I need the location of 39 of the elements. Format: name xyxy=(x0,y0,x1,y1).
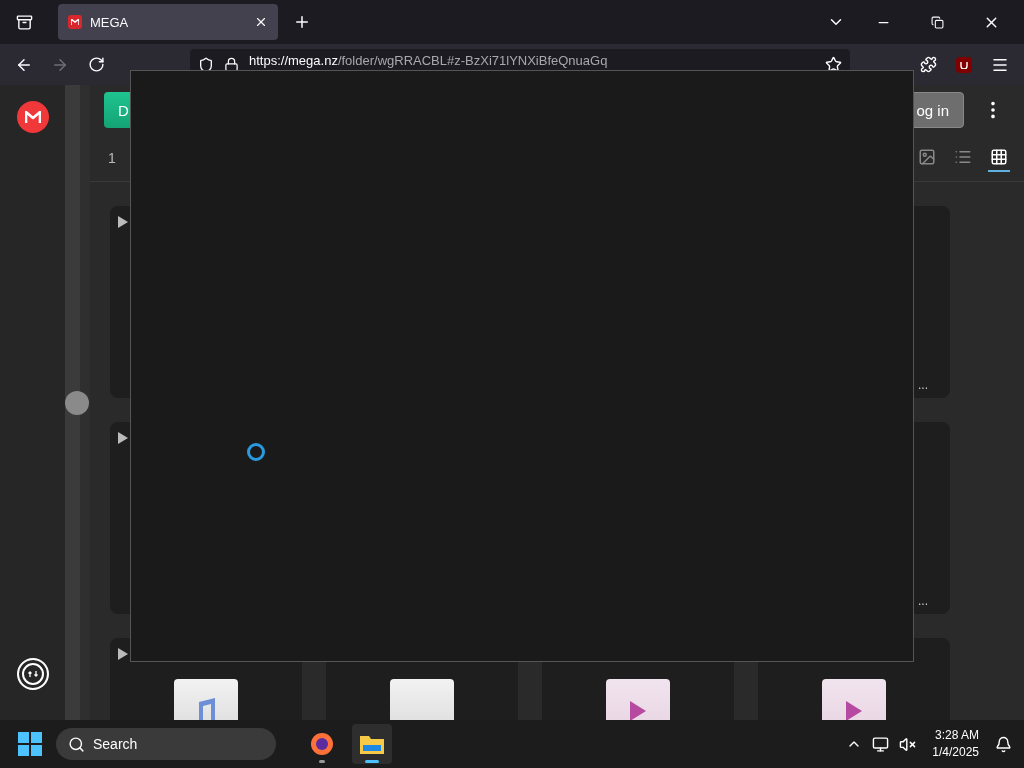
extensions-icon[interactable] xyxy=(919,56,937,73)
volume-muted-icon[interactable] xyxy=(899,735,917,753)
search-placeholder: Search xyxy=(93,736,138,752)
sidebar-toggle-handle[interactable] xyxy=(65,391,89,415)
clock[interactable]: 3:28 AM 1/4/2025 xyxy=(932,727,979,761)
shield-extension-icon[interactable] xyxy=(956,56,972,73)
taskbar-app-button[interactable] xyxy=(352,724,392,764)
list-icon xyxy=(954,148,972,166)
search-icon xyxy=(68,735,85,753)
file-name: ... xyxy=(918,378,928,392)
mega-favicon-icon xyxy=(68,15,82,29)
play-icon[interactable] xyxy=(118,648,128,660)
sync-icon[interactable] xyxy=(16,658,49,690)
play-icon[interactable] xyxy=(118,216,128,228)
image-icon xyxy=(918,148,936,166)
bookmark-star-icon[interactable] xyxy=(825,56,842,73)
play-icon[interactable] xyxy=(118,432,128,444)
file-name: ... xyxy=(918,594,928,608)
notifications-icon[interactable] xyxy=(995,735,1012,753)
reload-icon[interactable] xyxy=(87,56,105,73)
tab-list-icon[interactable] xyxy=(15,13,33,31)
mega-logo-icon[interactable] xyxy=(16,101,49,133)
date-text: 1/4/2025 xyxy=(932,744,979,761)
new-tab-icon[interactable] xyxy=(293,13,311,31)
time-text: 3:28 AM xyxy=(934,727,979,744)
item-count: 1 xyxy=(108,150,117,166)
windows-icon[interactable] xyxy=(18,732,42,756)
grid-icon xyxy=(990,148,1008,166)
shield-icon xyxy=(198,56,214,73)
folder-icon xyxy=(359,733,385,755)
browser-tab[interactable]: MEGA xyxy=(58,4,278,40)
restore-icon[interactable] xyxy=(930,15,944,29)
url-text: https://mega.nz/folder/wgRRACBL#z-BzXi71lYNXiBfeQnuaGq xyxy=(249,53,609,68)
close-tab-icon[interactable] xyxy=(254,15,268,29)
loading-spinner-icon xyxy=(247,443,265,461)
network-icon[interactable] xyxy=(872,735,890,753)
tab-title: MEGA xyxy=(90,14,130,30)
firefox-icon xyxy=(310,732,334,756)
taskbar-search-field[interactable]: Search xyxy=(56,728,276,760)
